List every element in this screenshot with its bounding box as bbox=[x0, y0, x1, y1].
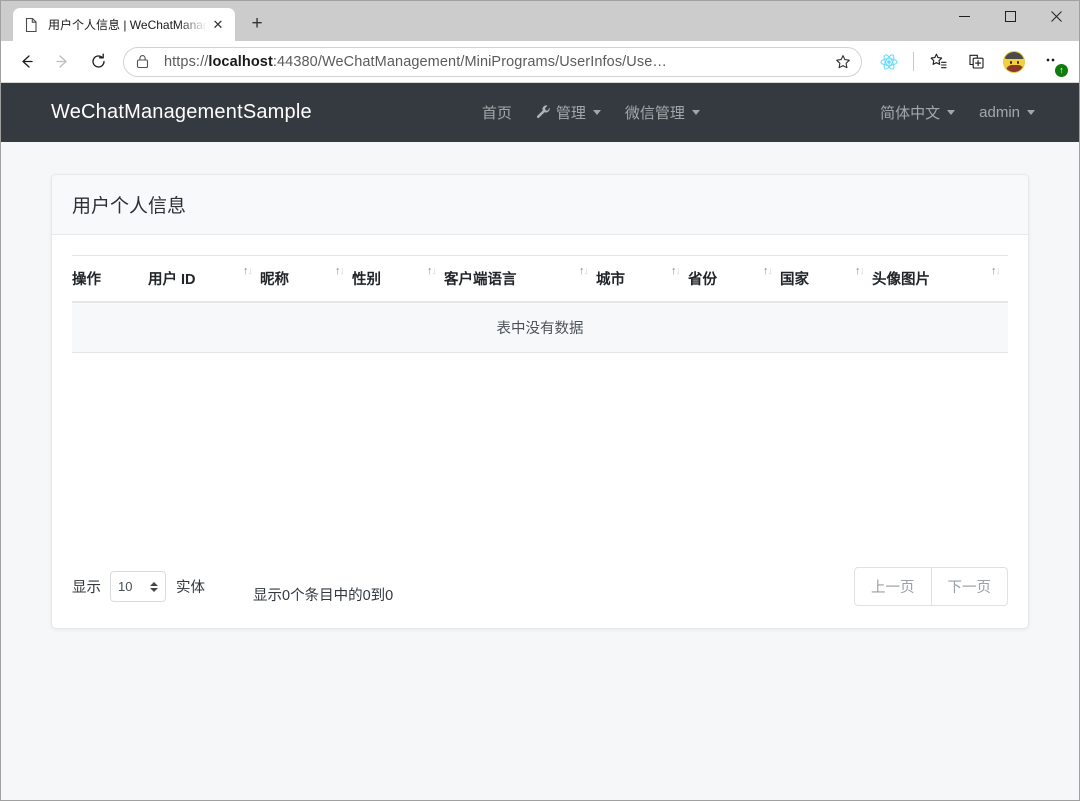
sort-icon[interactable]: ↑ ↓ bbox=[427, 266, 437, 277]
pagination-previous-button[interactable]: 上一页 bbox=[854, 567, 932, 606]
browser-window: 用户个人信息 | WeChatManagem ✕ + bbox=[0, 0, 1080, 801]
column-header-country[interactable]: 国家 ↑ ↓ bbox=[780, 255, 872, 303]
nav-item-wechat-management[interactable]: 微信管理 bbox=[613, 102, 712, 123]
column-label: 省份 bbox=[688, 272, 717, 288]
column-label: 客户端语言 bbox=[444, 272, 517, 288]
window-controls bbox=[941, 1, 1079, 41]
card-header: 用户个人信息 bbox=[52, 175, 1028, 235]
url-text: https://localhost:44380/WeChatManagement… bbox=[164, 53, 667, 70]
forward-arrow-icon bbox=[45, 45, 79, 79]
page-title: 用户个人信息 bbox=[72, 196, 187, 217]
new-tab-button[interactable]: + bbox=[242, 9, 272, 39]
profile-avatar-icon[interactable] bbox=[998, 46, 1030, 78]
sort-icon[interactable]: ↑ ↓ bbox=[763, 266, 773, 277]
browser-tab-active[interactable]: 用户个人信息 | WeChatManagem ✕ bbox=[13, 8, 235, 41]
column-header-gender[interactable]: 性别 ↑ ↓ bbox=[352, 255, 444, 303]
column-header-action[interactable]: 操作 bbox=[72, 255, 148, 303]
empty-message: 表中没有数据 bbox=[72, 302, 1008, 353]
page-icon bbox=[23, 17, 39, 33]
column-label: 昵称 bbox=[260, 272, 289, 288]
column-header-avatar-image[interactable]: 头像图片 ↑ ↓ bbox=[872, 255, 1008, 303]
close-icon[interactable] bbox=[1033, 1, 1079, 32]
minimize-icon[interactable] bbox=[941, 1, 987, 32]
column-label: 头像图片 bbox=[872, 272, 930, 288]
user-infos-card: 用户个人信息 操作 用户 ID ↑ ↓ 昵称 ↑ ↓ 性别 ↑ ↓ 客户端语言 … bbox=[51, 174, 1029, 629]
reload-icon[interactable] bbox=[81, 45, 115, 79]
nav-item-label: 首页 bbox=[481, 105, 512, 122]
address-bar[interactable]: https://localhost:44380/WeChatManagement… bbox=[123, 46, 862, 77]
nav-item-label: 微信管理 bbox=[624, 105, 685, 122]
browser-toolbar: https://localhost:44380/WeChatManagement… bbox=[1, 41, 1079, 83]
page-length-select[interactable]: 10 bbox=[110, 571, 166, 602]
pagination: 上一页 下一页 bbox=[854, 567, 1008, 606]
toolbar-right-group: ↑ bbox=[870, 46, 1071, 78]
sort-icon[interactable]: ↑ ↓ bbox=[335, 266, 345, 277]
avatar bbox=[1003, 50, 1025, 73]
user-infos-table: 操作 用户 ID ↑ ↓ 昵称 ↑ ↓ 性别 ↑ ↓ 客户端语言 ↑ ↓ 城市 … bbox=[72, 255, 1008, 353]
table-footer: 显示 10 实体 显示0个条目中的0到0 上一页 下一页 bbox=[72, 567, 1008, 628]
user-menu[interactable]: admin bbox=[967, 104, 1047, 121]
sort-icon[interactable]: ↑ ↓ bbox=[991, 266, 1001, 277]
sort-icon[interactable]: ↑ ↓ bbox=[243, 266, 253, 277]
column-label: 城市 bbox=[596, 272, 625, 288]
column-label: 操作 bbox=[72, 272, 101, 288]
update-badge: ↑ bbox=[1055, 63, 1068, 77]
sort-icon[interactable]: ↑ ↓ bbox=[579, 266, 589, 277]
table-header-row: 操作 用户 ID ↑ ↓ 昵称 ↑ ↓ 性别 ↑ ↓ 客户端语言 ↑ ↓ 城市 … bbox=[72, 255, 1008, 303]
collections-icon[interactable] bbox=[960, 46, 992, 78]
column-label: 用户 ID bbox=[148, 272, 196, 288]
page-length-label: 显示 bbox=[72, 580, 101, 596]
sort-icon[interactable]: ↑ ↓ bbox=[855, 266, 865, 277]
favorites-star-icon[interactable] bbox=[922, 46, 954, 78]
page-body: 用户个人信息 操作 用户 ID ↑ ↓ 昵称 ↑ ↓ 性别 ↑ ↓ 客户端语言 … bbox=[1, 142, 1079, 629]
react-extension-icon[interactable] bbox=[873, 46, 905, 78]
back-arrow-icon[interactable] bbox=[9, 45, 43, 79]
column-header-client-language[interactable]: 客户端语言 ↑ ↓ bbox=[444, 255, 596, 303]
column-header-nickname[interactable]: 昵称 ↑ ↓ bbox=[260, 255, 352, 303]
column-label: 国家 bbox=[780, 272, 809, 288]
tab-strip: 用户个人信息 | WeChatManagem ✕ + bbox=[1, 1, 1079, 41]
navbar-brand[interactable]: WeChatManagementSample bbox=[51, 101, 312, 124]
star-icon[interactable] bbox=[829, 49, 857, 75]
table-body: 表中没有数据 bbox=[72, 302, 1008, 353]
column-header-city[interactable]: 城市 ↑ ↓ bbox=[596, 255, 688, 303]
tab-close-icon[interactable]: ✕ bbox=[209, 16, 227, 34]
browser-titlebar: 用户个人信息 | WeChatManagem ✕ + bbox=[1, 1, 1079, 41]
navbar-right: 简体中文 admin bbox=[868, 102, 1079, 123]
pagination-next-button[interactable]: 下一页 bbox=[931, 567, 1008, 606]
lock-icon bbox=[136, 54, 154, 69]
table-head: 操作 用户 ID ↑ ↓ 昵称 ↑ ↓ 性别 ↑ ↓ 客户端语言 ↑ ↓ 城市 … bbox=[72, 255, 1008, 303]
page-viewport: WeChatManagementSample 首页 管理 微信管理 简体中文 a… bbox=[1, 83, 1079, 800]
app-navbar: WeChatManagementSample 首页 管理 微信管理 简体中文 a… bbox=[1, 83, 1079, 142]
chevron-down-icon bbox=[947, 110, 956, 115]
column-header-province[interactable]: 省份 ↑ ↓ bbox=[688, 255, 780, 303]
card-body: 操作 用户 ID ↑ ↓ 昵称 ↑ ↓ 性别 ↑ ↓ 客户端语言 ↑ ↓ 城市 … bbox=[52, 235, 1028, 628]
page-length-value: 10 bbox=[118, 579, 133, 594]
column-label: 性别 bbox=[352, 272, 381, 288]
language-selector[interactable]: 简体中文 bbox=[868, 102, 967, 123]
table-info-text: 显示0个条目中的0到0 bbox=[253, 588, 394, 604]
wrench-icon bbox=[536, 105, 551, 120]
stepper-icon bbox=[150, 581, 158, 592]
chevron-down-icon bbox=[592, 110, 601, 115]
table-empty-row: 表中没有数据 bbox=[72, 302, 1008, 353]
page-length-group: 显示 10 实体 bbox=[72, 571, 205, 602]
column-header-user-id[interactable]: 用户 ID ↑ ↓ bbox=[148, 255, 260, 303]
nav-item-home[interactable]: 首页 bbox=[470, 102, 524, 123]
nav-item-label: 管理 bbox=[555, 105, 586, 122]
more-options-icon[interactable]: ↑ bbox=[1036, 46, 1068, 78]
chevron-down-icon bbox=[1027, 110, 1035, 115]
language-label: 简体中文 bbox=[880, 105, 941, 122]
navbar-menu: 首页 管理 微信管理 bbox=[470, 102, 712, 123]
maximize-icon[interactable] bbox=[987, 1, 1033, 32]
user-menu-label: admin bbox=[979, 104, 1020, 121]
nav-item-management[interactable]: 管理 bbox=[524, 102, 613, 123]
page-length-suffix: 实体 bbox=[176, 580, 205, 596]
chevron-down-icon bbox=[691, 110, 700, 115]
toolbar-divider bbox=[913, 52, 914, 71]
tab-title: 用户个人信息 | WeChatManagem bbox=[48, 18, 207, 32]
sort-icon[interactable]: ↑ ↓ bbox=[671, 266, 681, 277]
